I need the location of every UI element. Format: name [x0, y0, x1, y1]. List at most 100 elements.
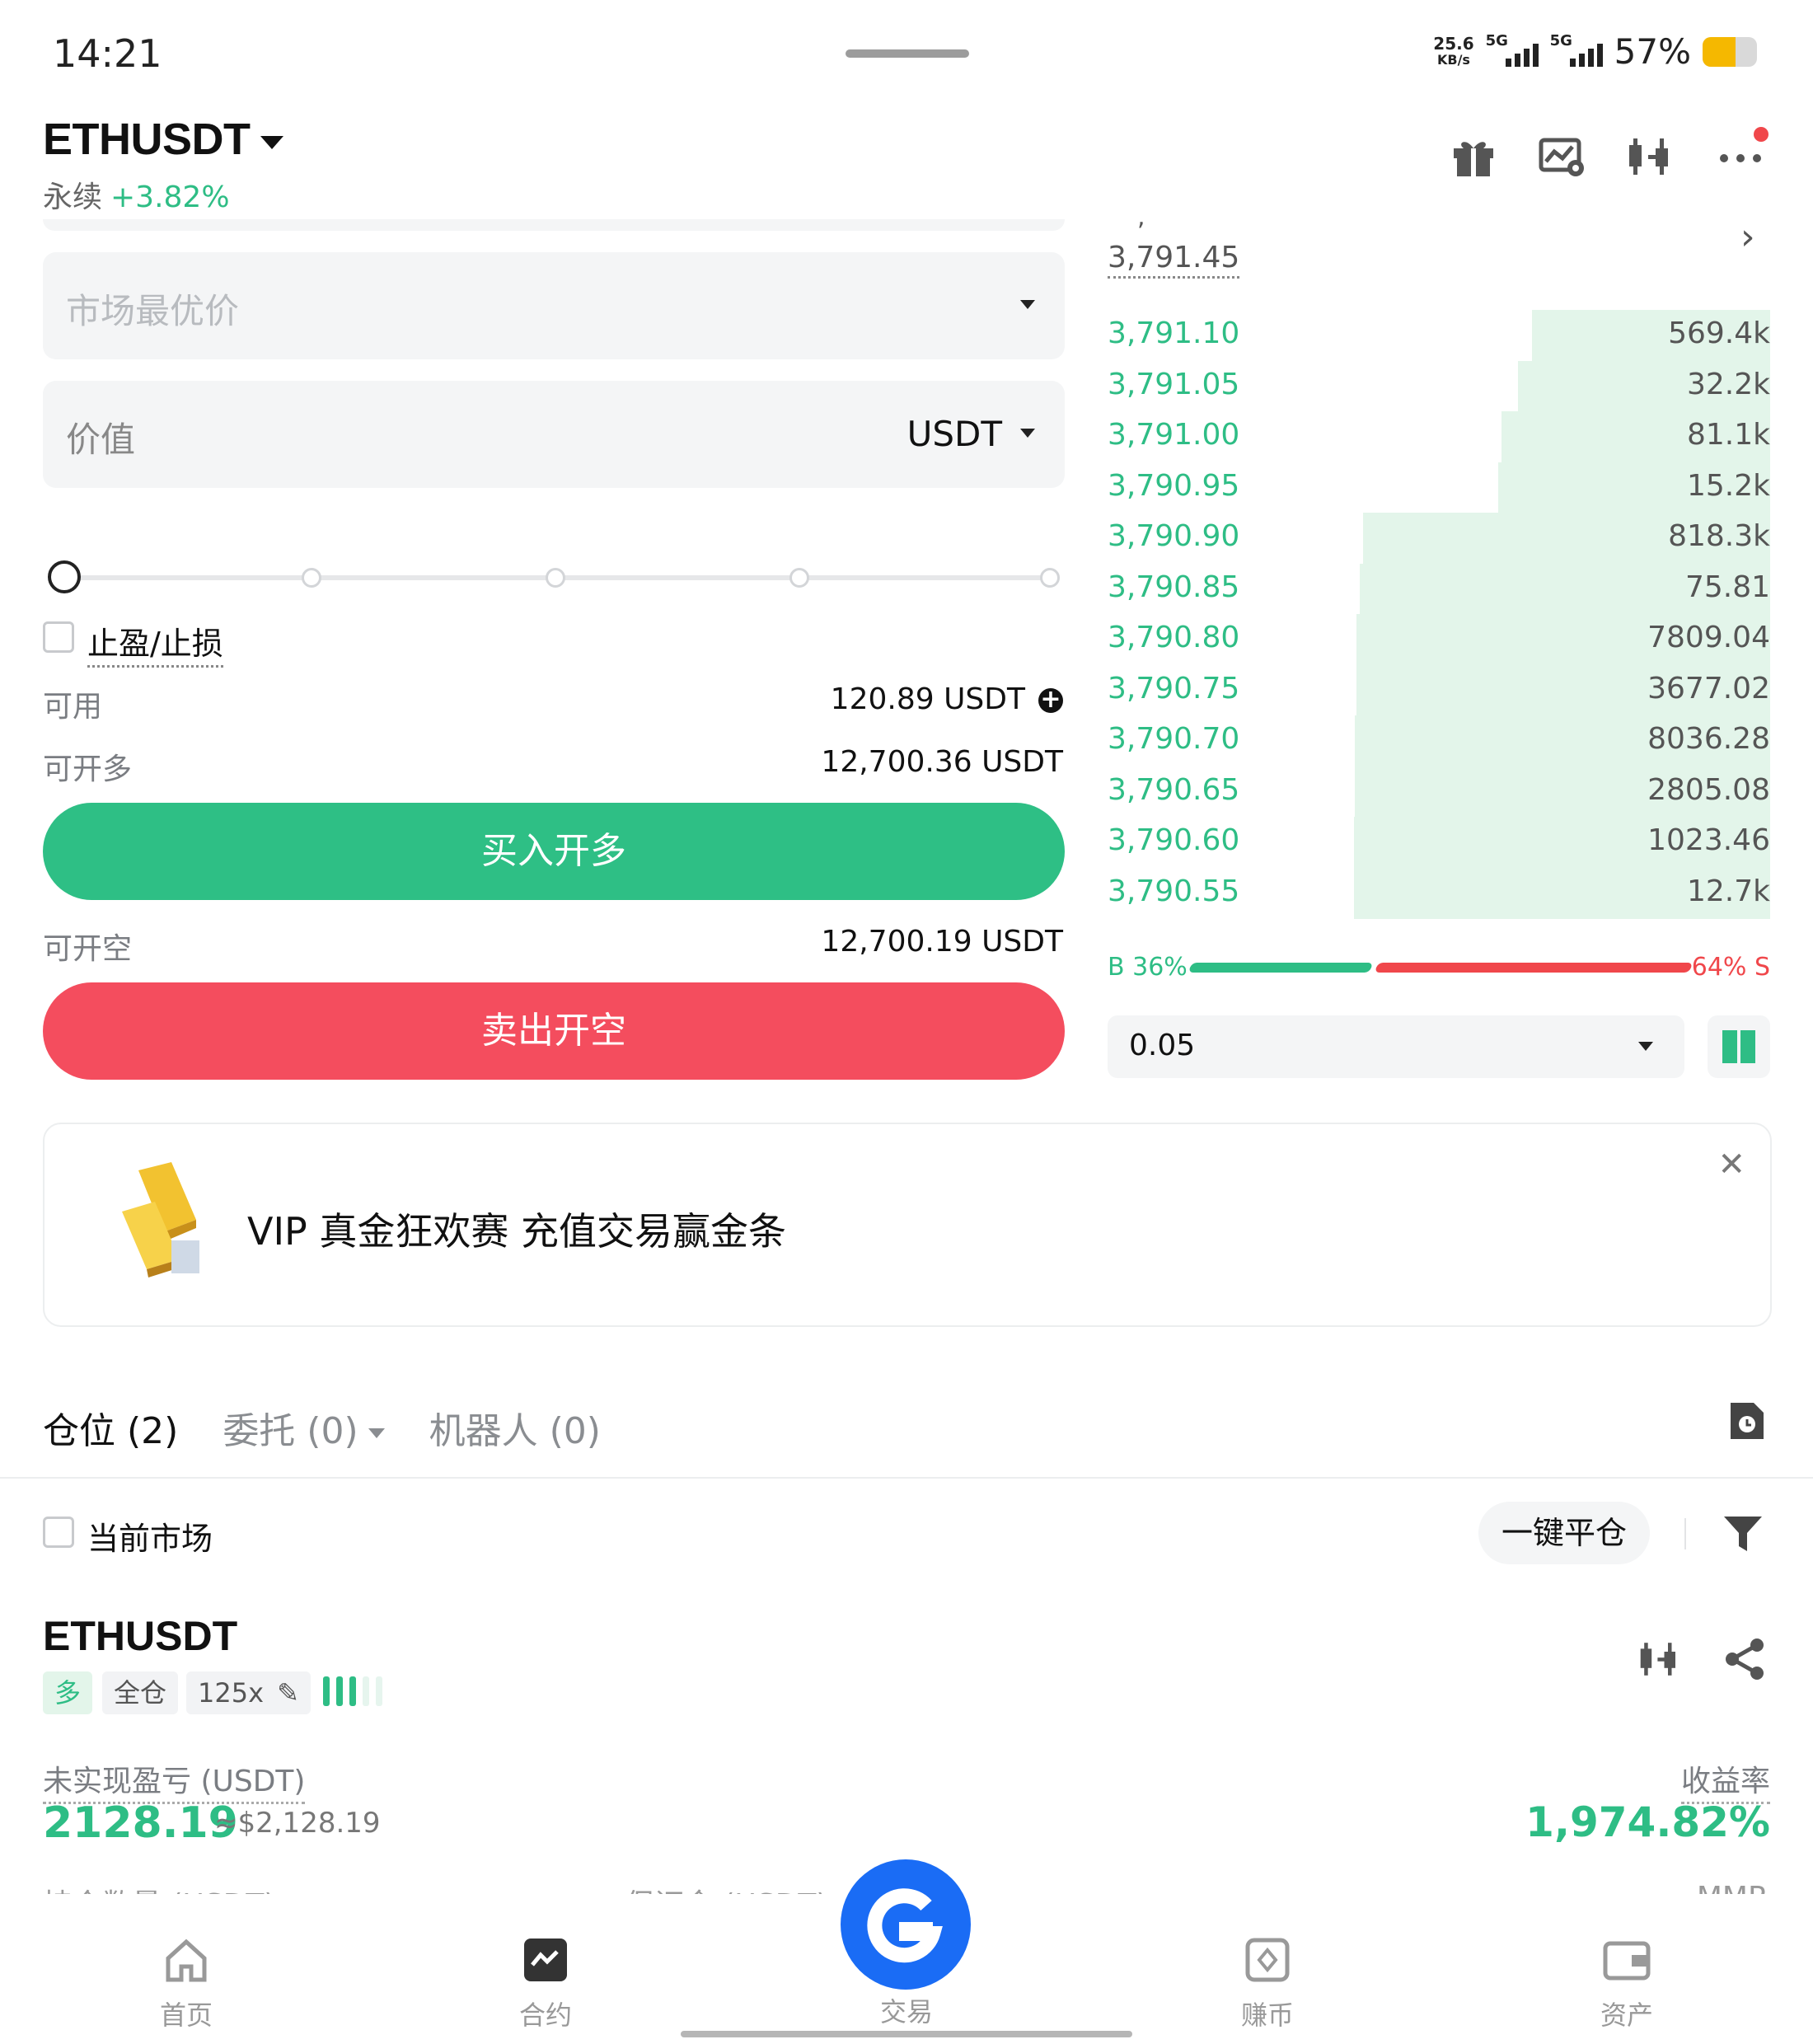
- value-unit-select[interactable]: USDT: [907, 414, 1002, 454]
- order-book-row[interactable]: 3,790.70 8036.28: [1108, 715, 1770, 766]
- bid-price: 3,790.55: [1108, 874, 1240, 908]
- dropdown-icon: [1020, 429, 1035, 438]
- order-book-row[interactable]: 3,790.95 15.2k: [1108, 462, 1770, 513]
- tab-positions[interactable]: 仓位 (2): [43, 1401, 178, 1454]
- chart-settings-icon[interactable]: [1538, 132, 1587, 181]
- roi-label[interactable]: 收益率: [1680, 1757, 1770, 1804]
- price-change: +3.82%: [110, 180, 230, 214]
- bid-price: 3,791.10: [1108, 316, 1240, 350]
- nav-home[interactable]: 首页: [104, 1935, 269, 2032]
- status-indicators: 25.6 KB/s 5G 5G 57%: [1433, 31, 1757, 72]
- bid-price: 3,791.00: [1108, 418, 1240, 452]
- separator: [1684, 1518, 1686, 1549]
- bid-price: 3,790.85: [1108, 570, 1240, 604]
- order-book-row[interactable]: 3,791.10 569.4k: [1108, 310, 1770, 361]
- close-icon[interactable]: ✕: [1717, 1146, 1745, 1184]
- bid-quantity: 81.1k: [1686, 418, 1770, 452]
- promo-banner[interactable]: VIP 真金狂欢赛 充值交易赢金条 ✕: [43, 1123, 1772, 1327]
- symbol-selector[interactable]: ETHUSDT: [43, 114, 283, 165]
- slider-stop-25[interactable]: [302, 568, 321, 588]
- unrealized-pnl-usd: ≈$2,128.19: [214, 1807, 381, 1840]
- slider-stop-100[interactable]: [1040, 568, 1060, 588]
- position-actions: [1638, 1637, 1767, 1681]
- bid-quantity: 818.3k: [1668, 519, 1770, 553]
- order-book-row[interactable]: 3,790.65 2805.08: [1108, 766, 1770, 818]
- value-label: 价值: [66, 420, 136, 460]
- filter-icon[interactable]: [1722, 1513, 1764, 1554]
- unrealized-pnl-label[interactable]: 未实现盈亏 (USDT): [43, 1757, 306, 1804]
- bid-price: 3,790.95: [1108, 468, 1240, 503]
- leverage-badge[interactable]: 125x ✎: [186, 1671, 311, 1714]
- nav-futures-label: 合约: [518, 1999, 572, 2031]
- previous-field-edge: [43, 219, 1065, 231]
- max-long-value: 12,700.36 USDT: [821, 745, 1063, 779]
- risk-level-indicator: [323, 1676, 382, 1706]
- nav-earn[interactable]: 赚币: [1185, 1935, 1350, 2032]
- sell-ratio-bar: [1374, 963, 1694, 973]
- sell-ratio: 64% S: [1691, 953, 1770, 982]
- sell-short-button[interactable]: 卖出开空: [43, 982, 1065, 1080]
- home-indicator: [681, 2031, 1132, 2037]
- symbol-subtitle: 永续 +3.82%: [43, 173, 230, 216]
- gift-icon[interactable]: [1449, 132, 1498, 181]
- earn-icon: [1245, 1938, 1290, 1982]
- order-book-row[interactable]: 3,790.85 75.81: [1108, 563, 1770, 615]
- value-input[interactable]: 价值 USDT: [43, 381, 1065, 488]
- available-label: 可用: [43, 690, 103, 724]
- position-symbol[interactable]: ETHUSDT: [43, 1612, 237, 1660]
- more-icon[interactable]: [1716, 127, 1768, 181]
- book-layout-button[interactable]: [1708, 1015, 1770, 1078]
- order-book-row[interactable]: 3,790.80 7809.04: [1108, 614, 1770, 665]
- order-type-select[interactable]: 市场最优价: [43, 252, 1065, 359]
- home-icon: [166, 1939, 207, 1982]
- current-market-label[interactable]: 当前市场: [87, 1513, 213, 1559]
- bid-price: 3,790.80: [1108, 621, 1240, 654]
- buy-long-button[interactable]: 买入开多: [43, 803, 1065, 900]
- tab-bots[interactable]: 机器人 (0): [429, 1401, 601, 1454]
- slider-handle[interactable]: [48, 560, 81, 593]
- nav-trade-label: 交易: [879, 1996, 933, 2028]
- tab-orders[interactable]: 委托 (0): [223, 1401, 385, 1454]
- max-long-label: 可开多: [43, 752, 133, 786]
- slider-stop-75[interactable]: [789, 568, 809, 588]
- network-rate-unit: KB/s: [1436, 51, 1470, 68]
- tpsl-label[interactable]: 止盈/止损: [87, 618, 223, 668]
- section-divider: [0, 1477, 1813, 1479]
- order-book-row[interactable]: 3,790.60 1023.46: [1108, 817, 1770, 868]
- order-book-row[interactable]: 3,790.55 12.7k: [1108, 867, 1770, 919]
- nav-assets[interactable]: 资产: [1544, 1935, 1709, 2032]
- add-funds-icon[interactable]: +: [1038, 687, 1063, 713]
- order-type-placeholder: 市场最优价: [66, 291, 240, 331]
- current-market-checkbox[interactable]: [43, 1517, 74, 1548]
- buy-ratio: B 36%: [1108, 953, 1188, 982]
- bid-price: 3,790.70: [1108, 722, 1240, 756]
- available-amount: 120.89 USDT: [830, 682, 1025, 716]
- nav-futures[interactable]: 合约: [463, 1935, 628, 2032]
- last-price[interactable]: 3,791.45: [1108, 241, 1240, 279]
- slider-stop-50[interactable]: [546, 568, 565, 588]
- history-document-icon[interactable]: [1727, 1399, 1767, 1442]
- order-book-row[interactable]: 3,791.00 81.1k: [1108, 411, 1770, 462]
- precision-select[interactable]: 0.05: [1108, 1015, 1684, 1078]
- candlestick-icon[interactable]: [1638, 1637, 1683, 1681]
- candlestick-icon[interactable]: [1627, 132, 1676, 181]
- close-all-button[interactable]: 一键平仓: [1478, 1502, 1650, 1564]
- tpsl-checkbox[interactable]: [43, 621, 74, 653]
- side-badge: 多: [43, 1671, 93, 1714]
- bid-price: 3,790.60: [1108, 823, 1240, 857]
- bid-quantity: 2805.08: [1647, 772, 1770, 807]
- bid-quantity: 7809.04: [1647, 621, 1770, 654]
- order-book-row[interactable]: 3,791.05 32.2k: [1108, 360, 1770, 412]
- order-book-row[interactable]: 3,790.90 818.3k: [1108, 513, 1770, 564]
- order-book-row[interactable]: 3,790.75 3677.02: [1108, 664, 1770, 716]
- trade-fab-button[interactable]: [841, 1859, 971, 1990]
- share-icon[interactable]: [1722, 1637, 1767, 1681]
- symbol-name: ETHUSDT: [43, 115, 251, 164]
- battery-percent: 57%: [1614, 31, 1691, 72]
- banner-title: VIP 真金狂欢赛 充值交易赢金条: [247, 1209, 787, 1254]
- trade-logo-icon: [867, 1888, 943, 1963]
- header-actions: [1449, 127, 1768, 181]
- unrealized-pnl-value: 2128.19: [43, 1798, 238, 1848]
- chevron-right-icon[interactable]: ›: [1740, 216, 1755, 258]
- caret-down-icon: [368, 1428, 385, 1438]
